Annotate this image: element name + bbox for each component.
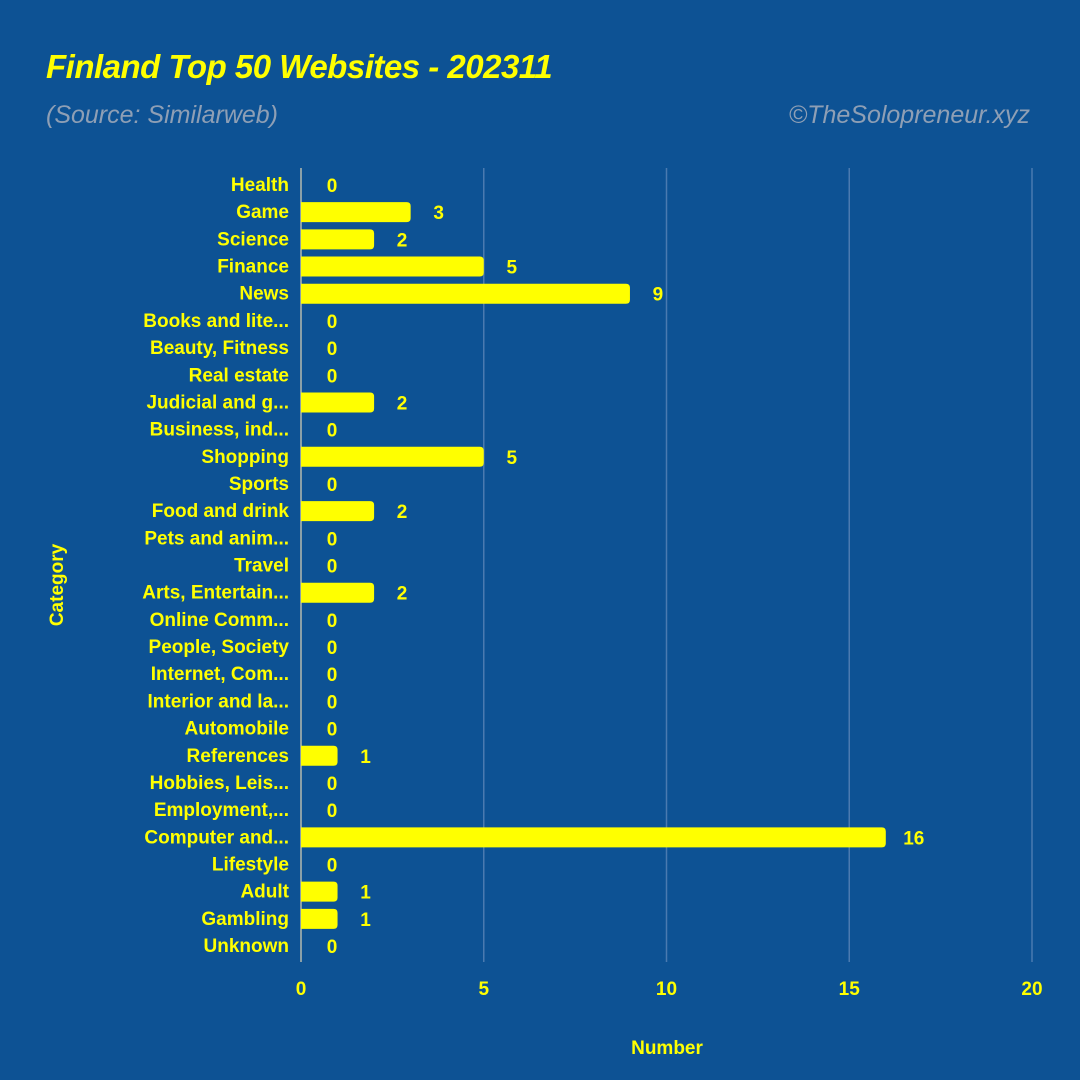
value-label: 0 [327, 557, 338, 578]
value-label: 0 [327, 720, 338, 741]
bar [301, 283, 630, 304]
x-tick-label: 15 [839, 979, 861, 1000]
value-label: 16 [903, 828, 924, 849]
category-label: News [239, 284, 289, 305]
category-label: Science [217, 229, 289, 250]
value-label: 1 [360, 747, 371, 768]
value-label: 0 [327, 529, 338, 550]
category-label: Adult [240, 882, 289, 903]
value-label: 2 [397, 502, 408, 523]
category-label: Arts, Entertain... [142, 583, 289, 604]
value-label: 0 [327, 475, 338, 496]
category-label: Lifestyle [212, 855, 289, 876]
x-axis-title: Number [631, 1038, 703, 1059]
bar [301, 202, 411, 223]
value-label: 0 [327, 801, 338, 822]
category-label: Shopping [201, 447, 289, 468]
category-label: Hobbies, Leis... [150, 773, 289, 794]
category-labels: Health Game Science Finance News Books and li… [142, 175, 289, 957]
bar [301, 446, 484, 467]
category-label: Computer and... [144, 827, 289, 848]
category-label: Real estate [189, 365, 289, 386]
value-label: 0 [327, 339, 338, 360]
category-label: Finance [217, 257, 289, 278]
category-label: Beauty, Fitness [150, 338, 289, 359]
bar [301, 582, 375, 603]
x-tick-labels: 0 5 10 15 20 [296, 979, 1043, 1000]
category-label: Unknown [204, 936, 290, 957]
value-label: 0 [327, 611, 338, 632]
value-label: 0 [327, 665, 338, 686]
value-label: 2 [397, 393, 408, 414]
value-label: 0 [327, 312, 338, 333]
value-label: 0 [327, 774, 338, 795]
bar-chart: Health Game Science Finance News Books and li… [47, 168, 1043, 1059]
value-label: 1 [360, 910, 371, 931]
x-tick-label: 20 [1021, 979, 1042, 1000]
x-tick-label: 0 [296, 979, 307, 1000]
value-label: 2 [397, 584, 408, 605]
x-tick-label: 5 [478, 979, 489, 1000]
value-label: 0 [327, 692, 338, 713]
value-label: 0 [327, 638, 338, 659]
value-label: 0 [327, 856, 338, 877]
category-label: Internet, Com... [151, 664, 289, 685]
category-label: Travel [234, 556, 289, 577]
value-label: 0 [327, 937, 338, 958]
bar [301, 908, 338, 929]
value-label: 1 [360, 883, 371, 904]
category-label: Online Comm... [150, 610, 289, 631]
value-label: 3 [433, 203, 444, 224]
bar [301, 256, 484, 277]
category-label: Sports [229, 474, 289, 495]
value-label: 2 [397, 230, 408, 251]
category-label: Business, ind... [150, 420, 289, 441]
category-label: Automobile [185, 719, 290, 740]
x-tick-label: 10 [656, 979, 677, 1000]
value-label: 0 [327, 176, 338, 197]
bar [301, 881, 338, 902]
category-label: Food and drink [152, 501, 290, 522]
bar [301, 229, 375, 250]
category-label: Health [231, 175, 289, 196]
bars [301, 202, 886, 929]
bar [301, 745, 338, 766]
value-label: 0 [327, 421, 338, 442]
value-label: 0 [327, 366, 338, 387]
category-label: Pets and anim... [144, 528, 289, 549]
category-label: Game [236, 202, 289, 223]
category-label: Books and lite... [143, 311, 289, 332]
category-label: Employment,... [154, 800, 289, 821]
bar [301, 501, 375, 522]
value-label: 5 [506, 448, 517, 469]
value-label: 5 [506, 258, 517, 279]
y-axis-title: Category [47, 543, 68, 626]
value-label: 9 [653, 285, 664, 306]
category-label: Interior and la... [148, 691, 289, 712]
bar [301, 392, 375, 413]
category-label: Gambling [201, 909, 289, 930]
category-label: People, Society [149, 637, 290, 658]
category-label: Judicial and g... [146, 392, 289, 413]
category-label: References [187, 746, 289, 767]
bar [301, 827, 886, 848]
